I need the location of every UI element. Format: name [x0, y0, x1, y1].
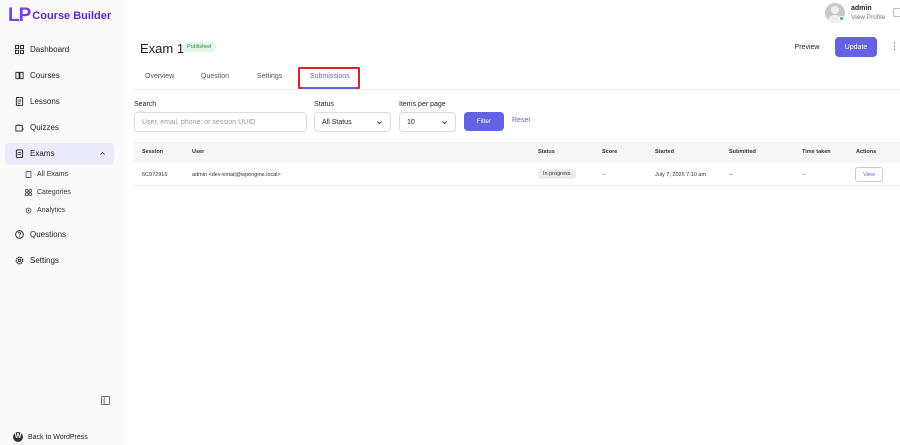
sidebar-item-label: Dashboard	[30, 45, 70, 54]
brand-name: Course Builder	[32, 10, 112, 22]
sidebar-subitem-label: Analytics	[37, 207, 66, 214]
document-icon	[15, 97, 24, 106]
view-button[interactable]: View	[855, 167, 883, 182]
logout-icon[interactable]	[893, 8, 900, 17]
sidebar-item-exams[interactable]: Exams	[15, 149, 54, 158]
gear-icon	[15, 256, 24, 265]
per-page-select[interactable]: 10	[399, 112, 456, 132]
status-select[interactable]: All Status	[314, 112, 391, 132]
chevron-down-icon	[442, 120, 447, 124]
cell-user: admin <dev-email@wpengine.local>	[192, 172, 281, 178]
column-header-status: Status	[538, 149, 555, 155]
settings-icon	[25, 207, 32, 214]
back-to-wordpress-label: Back to WordPress	[28, 433, 88, 441]
online-status-dot	[839, 16, 844, 21]
cell-status-badge: In progress	[538, 169, 576, 179]
sidebar-item-lessons[interactable]: Lessons	[15, 97, 60, 106]
tab-overview[interactable]: Overview	[145, 73, 174, 80]
cell-submitted: --	[729, 172, 733, 178]
status-badge: Published	[182, 42, 217, 52]
page-title: Exam 1	[140, 41, 185, 56]
cell-started: July 7, 2026 7:10 am	[655, 172, 707, 178]
column-header-started: Started	[655, 149, 674, 155]
wordpress-icon: W	[13, 432, 23, 442]
per-page-label: Items per page	[399, 101, 446, 108]
view-profile-link[interactable]: View Profile	[851, 13, 885, 22]
sidebar-subitem-all-exams[interactable]: All Exams	[25, 171, 68, 178]
status-label: Status	[314, 101, 334, 108]
tabs-divider	[134, 89, 900, 90]
grid-icon	[25, 189, 32, 196]
sidebar-item-label: Questions	[30, 230, 67, 239]
update-button[interactable]: Update	[835, 37, 877, 57]
tab-settings[interactable]: Settings	[257, 73, 282, 80]
puzzle-icon	[15, 124, 24, 132]
sidebar-subitem-label: Categories	[37, 189, 71, 196]
search-input[interactable]	[134, 112, 307, 132]
chevron-up-icon[interactable]	[99, 150, 106, 157]
column-header-session: Session	[142, 149, 164, 155]
brand-logo[interactable]: LP Course Builder	[8, 5, 111, 27]
sidebar-item-label: Lessons	[30, 97, 60, 106]
user-menu[interactable]: admin View Profile	[825, 3, 885, 23]
tab-question[interactable]: Question	[201, 73, 229, 80]
brand-mark: LP	[8, 5, 31, 26]
reset-button[interactable]: Reset	[512, 117, 530, 124]
document-icon	[25, 171, 32, 178]
sidebar-item-label: Exams	[30, 149, 55, 158]
book-icon	[15, 71, 24, 80]
sidebar: LP Course Builder Dashboard Courses Less…	[0, 0, 125, 445]
sidebar-item-quizzes[interactable]: Quizzes	[15, 123, 59, 132]
cell-session: 6C972916	[142, 172, 168, 178]
sidebar-subitem-categories[interactable]: Categories	[25, 189, 71, 196]
clipboard-icon	[15, 149, 24, 158]
sidebar-item-label: Quizzes	[30, 123, 59, 132]
search-label: Search	[134, 101, 157, 108]
status-select-value: All Status	[322, 118, 352, 126]
more-options-icon[interactable]: ⋮	[890, 42, 899, 51]
back-to-wordpress-link[interactable]: W Back to WordPress	[13, 432, 88, 442]
sidebar-subitem-analytics[interactable]: Analytics	[25, 207, 65, 214]
sidebar-item-label: Settings	[30, 256, 59, 265]
sidebar-item-dashboard[interactable]: Dashboard	[15, 45, 69, 54]
table-header	[134, 142, 900, 163]
preview-button[interactable]: Preview	[786, 37, 828, 57]
sidebar-item-questions[interactable]: Questions	[15, 230, 66, 239]
sidebar-item-courses[interactable]: Courses	[15, 71, 60, 80]
sidebar-collapse-icon[interactable]	[101, 396, 110, 405]
column-header-user: User	[192, 149, 205, 155]
column-header-submitted: Submitted	[729, 149, 756, 155]
chevron-down-icon	[377, 120, 382, 124]
column-header-actions: Actions	[856, 149, 877, 155]
tab-highlight-box	[298, 67, 360, 89]
column-header-time-taken: Time taken	[802, 149, 831, 155]
per-page-select-value: 10	[407, 118, 415, 126]
cell-score: --	[602, 172, 606, 178]
user-name: admin	[851, 5, 872, 12]
sidebar-item-label: Courses	[30, 71, 60, 80]
question-circle-icon	[15, 230, 24, 239]
filter-button[interactable]: Filter	[464, 112, 504, 131]
sidebar-item-settings[interactable]: Settings	[15, 256, 59, 265]
grid-icon	[15, 45, 24, 54]
column-header-score: Score	[602, 149, 618, 155]
cell-time-taken: --	[802, 172, 806, 178]
sidebar-subitem-label: All Exams	[37, 171, 69, 178]
